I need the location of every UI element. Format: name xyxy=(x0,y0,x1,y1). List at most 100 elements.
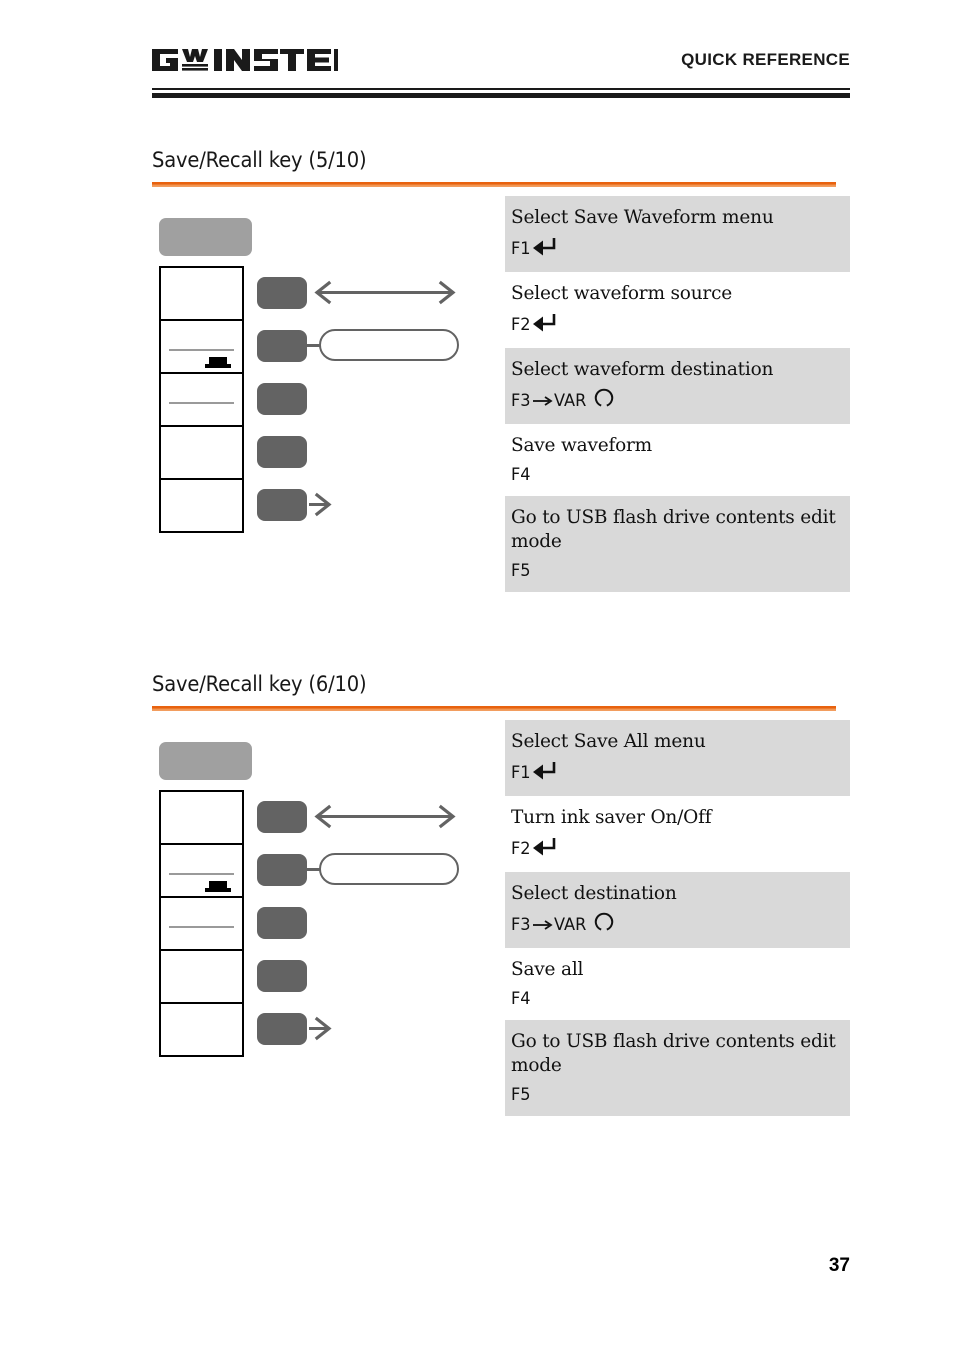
header-rule-thick xyxy=(152,93,850,98)
menu-cell-line xyxy=(169,402,234,404)
key-label: F1 xyxy=(511,763,531,783)
soft-key-f5[interactable] xyxy=(257,1012,307,1045)
instruction-description: Save waveform xyxy=(511,435,653,456)
var-label: VAR xyxy=(553,915,586,935)
soft-key-f2[interactable] xyxy=(257,853,307,886)
var-knob-icon xyxy=(594,912,614,938)
return-arrow-icon xyxy=(531,760,557,786)
instruction-description: Turn ink saver On/Off xyxy=(511,807,712,828)
header-rule-thin xyxy=(152,88,850,90)
return-arrow-icon xyxy=(531,236,557,262)
menu-cell xyxy=(161,1004,242,1057)
page-number: 37 xyxy=(828,1255,850,1276)
front-panel-diagram xyxy=(152,196,492,556)
menu-cell xyxy=(161,321,242,374)
section-title: Save/Recall key (5/10) xyxy=(152,148,367,172)
key-label: F3 xyxy=(511,915,531,935)
instruction-row-list: Select Save Waveform menu F1 Select wave… xyxy=(505,196,850,592)
instruction-row: Select Save All menu F1 xyxy=(505,720,850,796)
instruction-description: Go to USB flash drive contents edit mode xyxy=(511,507,836,552)
menu-cell-line xyxy=(169,873,234,875)
soft-key-row xyxy=(257,372,492,425)
instruction-row: Go to USB flash drive contents edit mode… xyxy=(505,496,850,592)
callout-box xyxy=(319,329,459,361)
right-arrow-icon xyxy=(532,918,554,932)
section-title: Save/Recall key (6/10) xyxy=(152,672,367,696)
soft-key-f1[interactable] xyxy=(257,276,307,309)
menu-cell xyxy=(161,951,242,1004)
key-label: F2 xyxy=(511,839,531,859)
instruction-row: Select waveform destination F3 VAR xyxy=(505,348,850,424)
key-label: F2 xyxy=(511,315,531,335)
instruction-key: F5 xyxy=(511,1084,850,1106)
instruction-description: Select Save Waveform menu xyxy=(511,207,774,228)
return-arrow-icon xyxy=(531,312,557,338)
instruction-key: F1 xyxy=(511,236,850,262)
key-label: F1 xyxy=(511,239,531,259)
menu-cell xyxy=(161,480,242,533)
menu-cell-marker-icon xyxy=(205,881,231,892)
soft-key-f5[interactable] xyxy=(257,488,307,521)
instruction-row: Select waveform source F2 xyxy=(505,272,850,348)
single-arrow-icon xyxy=(309,1016,332,1041)
quick-reference-page: QUICK REFERENCE Save/Recall key (5/10) S… xyxy=(0,0,954,1350)
instruction-row: Select destination F3 VAR xyxy=(505,872,850,948)
soft-key-list xyxy=(257,266,492,531)
section-save-recall-6-10: Save/Recall key (6/10) Select Save All m… xyxy=(152,672,850,1116)
page-header: QUICK REFERENCE xyxy=(152,44,850,100)
soft-key-row xyxy=(257,843,492,896)
instruction-description: Select waveform destination xyxy=(511,359,774,380)
menu-cell xyxy=(161,268,242,321)
save-recall-key-button[interactable] xyxy=(159,218,252,256)
save-recall-key-button[interactable] xyxy=(159,742,252,780)
instruction-description: Select Save All menu xyxy=(511,731,706,752)
instruction-description: Go to USB flash drive contents edit mode xyxy=(511,1031,836,1076)
soft-key-f2[interactable] xyxy=(257,329,307,362)
instruction-row: Go to USB flash drive contents edit mode… xyxy=(505,1020,850,1116)
soft-key-f3[interactable] xyxy=(257,382,307,415)
header-title: QUICK REFERENCE xyxy=(681,50,850,69)
instruction-key: F4 xyxy=(511,464,850,486)
soft-key-row xyxy=(257,790,492,843)
soft-key-row xyxy=(257,478,492,531)
var-label: VAR xyxy=(553,391,586,411)
soft-key-list xyxy=(257,790,492,1055)
menu-cell-line xyxy=(169,349,234,351)
key-label: F5 xyxy=(511,1085,531,1105)
menu-cell xyxy=(161,374,242,427)
instruction-row: Select Save Waveform menu F1 xyxy=(505,196,850,272)
front-panel-diagram xyxy=(152,720,492,1080)
instruction-key: F2 xyxy=(511,836,850,862)
key-label: F5 xyxy=(511,561,531,581)
instruction-key: F5 xyxy=(511,560,850,582)
key-label: F3 xyxy=(511,391,531,411)
soft-key-row xyxy=(257,266,492,319)
soft-key-row xyxy=(257,1002,492,1055)
menu-display-column xyxy=(159,266,244,533)
soft-key-row xyxy=(257,896,492,949)
soft-key-f3[interactable] xyxy=(257,906,307,939)
soft-key-f4[interactable] xyxy=(257,959,307,992)
instruction-row: Save all F4 xyxy=(505,948,850,1020)
soft-key-row xyxy=(257,949,492,1002)
right-arrow-icon xyxy=(532,394,554,408)
instruction-description: Save all xyxy=(511,959,584,980)
menu-cell xyxy=(161,845,242,898)
double-arrow-icon xyxy=(314,280,456,305)
double-arrow-icon xyxy=(314,804,456,829)
instruction-key: F3 VAR xyxy=(511,388,850,414)
instruction-key: F2 xyxy=(511,312,850,338)
soft-key-row xyxy=(257,319,492,372)
menu-cell xyxy=(161,898,242,951)
instruction-row: Turn ink saver On/Off F2 xyxy=(505,796,850,872)
var-knob-icon xyxy=(594,388,614,414)
section-accent-rule xyxy=(152,706,836,711)
menu-display-column xyxy=(159,790,244,1057)
soft-key-row xyxy=(257,425,492,478)
soft-key-f4[interactable] xyxy=(257,435,307,468)
callout-box xyxy=(319,853,459,885)
section-accent-rule xyxy=(152,182,836,187)
single-arrow-icon xyxy=(309,492,332,517)
soft-key-f1[interactable] xyxy=(257,800,307,833)
menu-cell xyxy=(161,427,242,480)
